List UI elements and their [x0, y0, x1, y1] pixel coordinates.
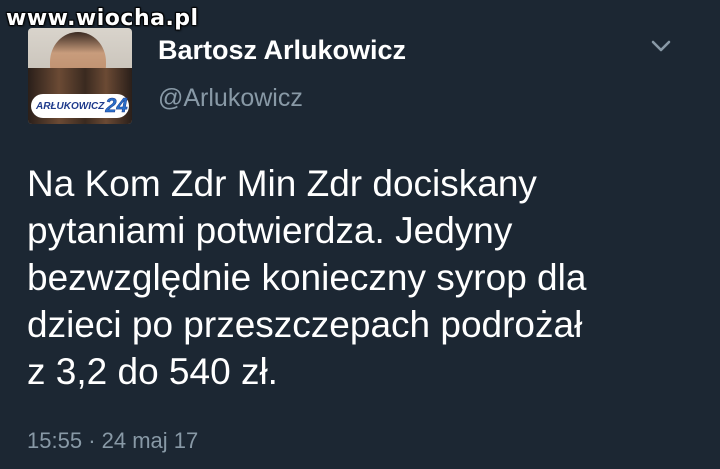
tweet-time: 15:55	[27, 428, 83, 453]
avatar-badge-number: 24	[105, 94, 128, 117]
avatar-badge-text: ARŁUKOWICZ	[36, 100, 105, 112]
author-name[interactable]: Bartosz Arlukowicz	[158, 35, 406, 66]
tweet-timestamp[interactable]: 15:55 · 24 maj 17	[27, 428, 198, 454]
avatar-badge: ARŁUKOWICZ 24	[31, 94, 129, 118]
tweet-line: Na Kom Zdr Min Zdr dociskany	[27, 163, 537, 204]
tweet-line: bezwzględnie konieczny syrop dla	[27, 257, 587, 298]
timestamp-separator: ·	[88, 428, 96, 453]
chevron-down-icon[interactable]	[650, 38, 672, 54]
avatar[interactable]: ARŁUKOWICZ 24	[28, 28, 132, 124]
tweet-line: dzieci po przeszczepach podrożał	[27, 304, 583, 345]
tweet-text: Na Kom Zdr Min Zdr dociskany pytaniami p…	[27, 160, 707, 395]
tweet-line: z 3,2 do 540 zł.	[27, 351, 278, 392]
author-handle[interactable]: @Arlukowicz	[158, 84, 303, 113]
tweet-date: 24 maj 17	[101, 428, 199, 453]
tweet-line: pytaniami potwierdza. Jedyny	[27, 210, 513, 251]
